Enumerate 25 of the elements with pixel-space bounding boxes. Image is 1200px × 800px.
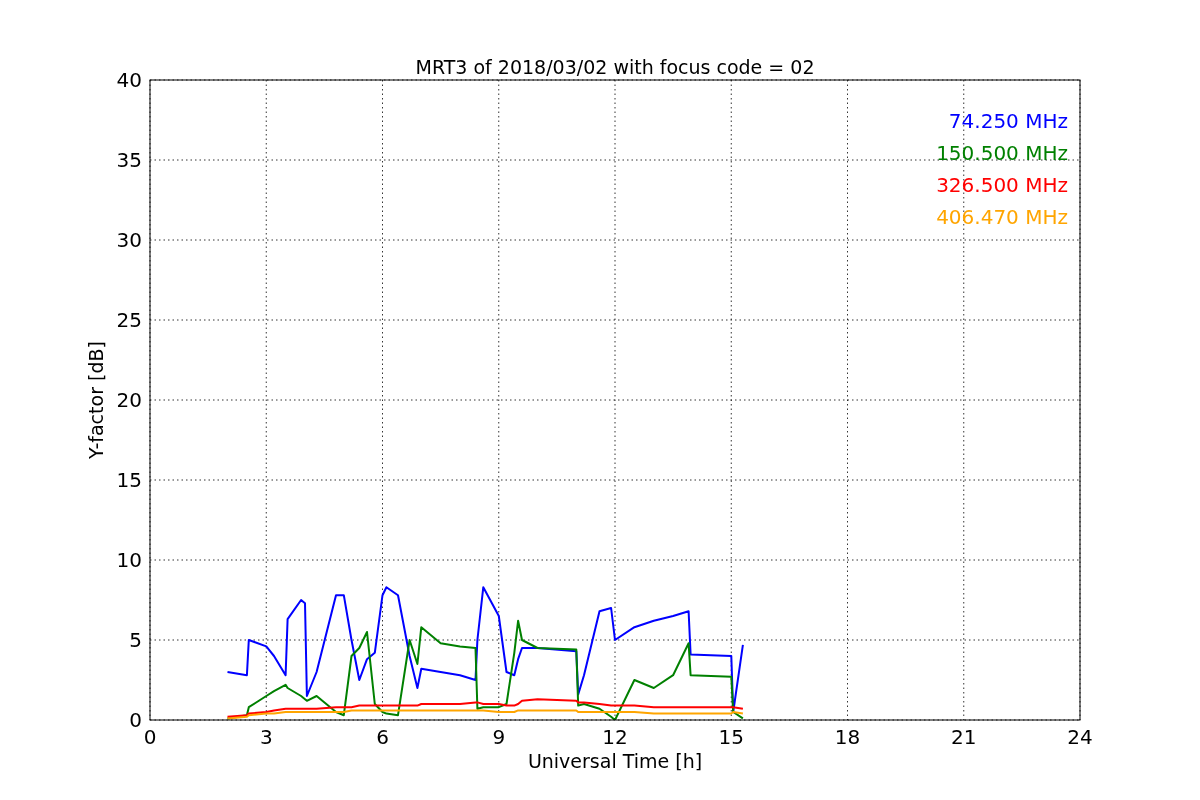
tick-label: 24 bbox=[1067, 725, 1093, 749]
tick-label: 30 bbox=[116, 228, 142, 252]
tick-label: 18 bbox=[834, 725, 861, 749]
tick-label: 6 bbox=[376, 725, 389, 749]
legend-label: 150.500 MHz bbox=[936, 141, 1068, 165]
tick-label: 15 bbox=[116, 468, 142, 492]
chart-title: MRT3 of 2018/03/02 with focus code = 02 bbox=[415, 56, 815, 78]
tick-label: 0 bbox=[143, 725, 157, 749]
tick-label: 9 bbox=[492, 725, 506, 749]
tick-label: 15 bbox=[718, 725, 744, 749]
legend-label: 74.250 MHz bbox=[948, 109, 1068, 133]
tick-label: 25 bbox=[116, 308, 142, 332]
axis-label: Universal Time [h] bbox=[527, 750, 703, 772]
tick-label: 0 bbox=[129, 708, 142, 732]
tick-label: 40 bbox=[116, 68, 142, 92]
tick-label: 12 bbox=[602, 725, 628, 749]
legend-label: 406.470 MHz bbox=[936, 205, 1068, 229]
tick-label: 5 bbox=[129, 628, 142, 652]
tick-label: 3 bbox=[259, 725, 273, 749]
tick-label: 10 bbox=[116, 548, 142, 572]
legend-label: 326.500 MHz bbox=[936, 173, 1068, 197]
tick-label: 21 bbox=[951, 725, 977, 749]
tick-label: 20 bbox=[116, 388, 142, 412]
axis-label: Y-factor [dB] bbox=[85, 341, 107, 459]
tick-label: 35 bbox=[116, 148, 142, 172]
